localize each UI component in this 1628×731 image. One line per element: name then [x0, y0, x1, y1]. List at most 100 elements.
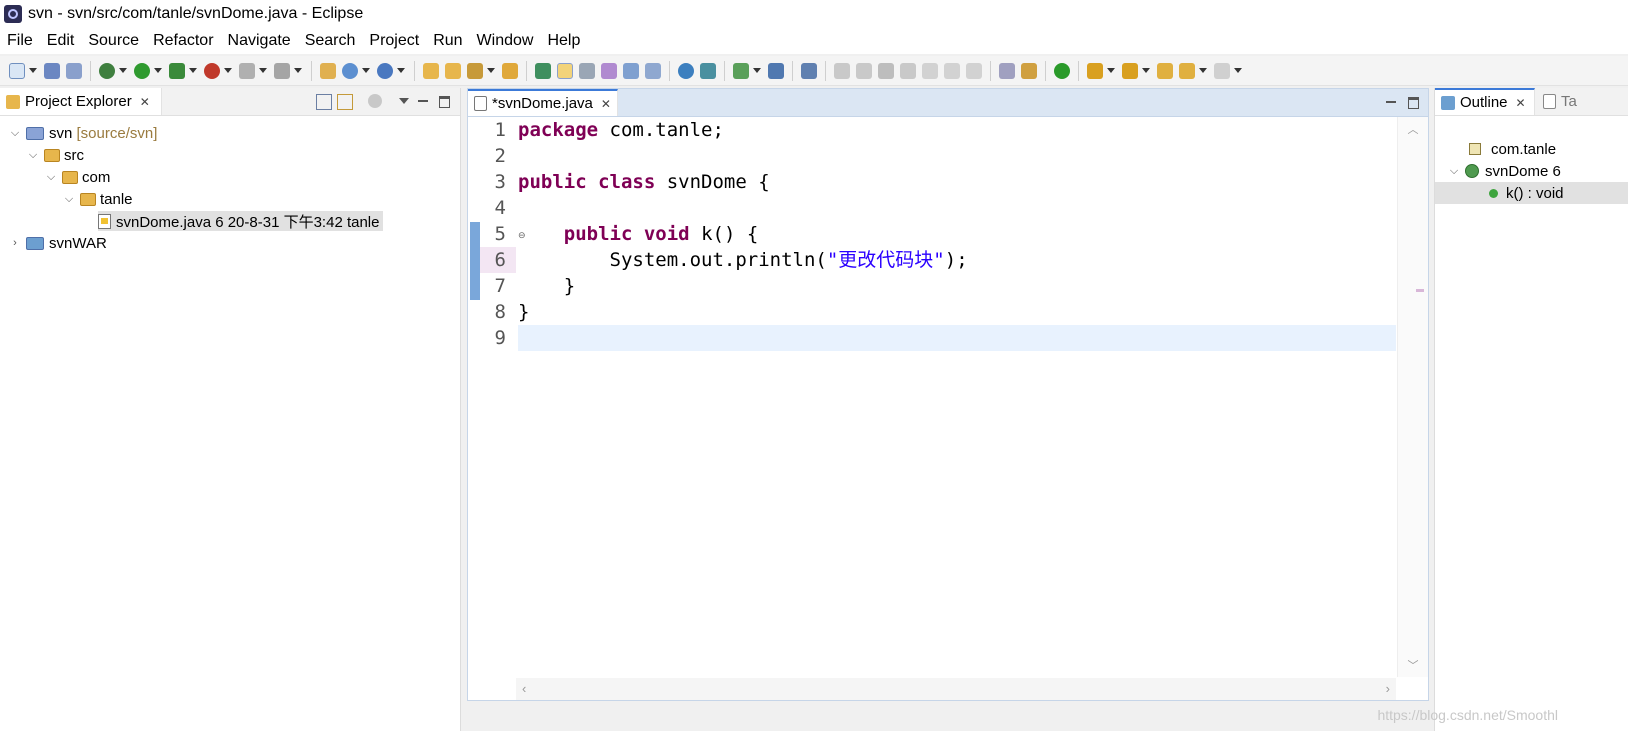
server-icon[interactable]: [274, 62, 290, 79]
chevron-down-icon[interactable]: [1142, 68, 1150, 73]
power-icon[interactable]: [1054, 62, 1070, 79]
open-resource-icon[interactable]: [445, 62, 461, 79]
menu-run[interactable]: Run: [426, 28, 469, 54]
close-icon[interactable]: ✕: [140, 95, 150, 109]
coverage-icon[interactable]: [169, 62, 185, 79]
chevron-down-icon[interactable]: [119, 68, 127, 73]
run-icon[interactable]: [134, 62, 150, 79]
step-return-icon[interactable]: [966, 62, 982, 79]
open-folder-icon[interactable]: [423, 62, 439, 79]
skip-breakpoints-icon[interactable]: [801, 62, 817, 79]
save-icon[interactable]: [44, 62, 60, 79]
previous-edit-icon[interactable]: [1122, 62, 1138, 79]
chevron-down-icon[interactable]: [224, 68, 232, 73]
horizontal-scrollbar[interactable]: ‹ ›: [516, 678, 1396, 700]
vertical-scrollbar[interactable]: ︿ ﹀: [1397, 117, 1428, 677]
resume-icon[interactable]: [834, 62, 850, 79]
tab-svndome-java[interactable]: *svnDome.java ✕: [468, 89, 618, 116]
chevron-down-icon[interactable]: [753, 68, 761, 73]
menu-search[interactable]: Search: [298, 28, 363, 54]
external-tools-icon[interactable]: [204, 62, 220, 79]
minimize-icon[interactable]: [1384, 95, 1398, 109]
web-browser-icon[interactable]: [678, 62, 694, 79]
menu-edit[interactable]: Edit: [40, 28, 82, 54]
terminate-icon[interactable]: [878, 62, 894, 79]
collapse-all-icon[interactable]: [316, 94, 332, 110]
chevron-down-icon[interactable]: [397, 68, 405, 73]
view-menu-icon[interactable]: [397, 94, 411, 108]
chevron-down-icon[interactable]: ⌵: [26, 148, 40, 162]
outline-item-class[interactable]: ⌵ svnDome 6: [1435, 160, 1628, 182]
chevron-down-icon[interactable]: ⌵: [44, 170, 58, 184]
minimize-icon[interactable]: [416, 94, 430, 108]
chevron-right-icon[interactable]: ›: [8, 236, 22, 250]
pin-icon[interactable]: [733, 62, 749, 79]
save-all-icon[interactable]: [66, 62, 82, 79]
menu-project[interactable]: Project: [362, 28, 426, 54]
step-into-icon[interactable]: [922, 62, 938, 79]
maximize-icon[interactable]: [1406, 95, 1420, 109]
forward-icon[interactable]: [1214, 62, 1230, 79]
overview-ruler-annotation[interactable]: [1416, 289, 1424, 292]
open-type-icon[interactable]: [320, 62, 336, 79]
stop-icon[interactable]: [239, 62, 255, 79]
back-icon[interactable]: [1179, 62, 1195, 79]
use-step-filters-icon[interactable]: [999, 62, 1015, 79]
chevron-down-icon[interactable]: [1234, 68, 1242, 73]
scroll-down-icon[interactable]: ﹀: [1398, 657, 1428, 673]
chevron-down-icon[interactable]: [1199, 68, 1207, 73]
chevron-down-icon[interactable]: ⌵: [1447, 164, 1461, 178]
tree-item-src[interactable]: ⌵ src: [0, 144, 460, 166]
close-icon[interactable]: ✕: [1516, 96, 1526, 110]
scroll-left-icon[interactable]: ‹: [522, 681, 526, 696]
tree-item-tanle[interactable]: ⌵ tanle: [0, 188, 460, 210]
new-icon[interactable]: [9, 62, 25, 79]
last-edit-location-icon[interactable]: [1157, 62, 1173, 79]
menu-help[interactable]: Help: [540, 28, 587, 54]
tab-task-list[interactable]: Ta: [1537, 88, 1628, 115]
scroll-up-icon[interactable]: ︿: [1398, 121, 1428, 137]
tab-project-explorer[interactable]: Project Explorer ✕: [0, 88, 162, 115]
tree-item-svnwar[interactable]: › svnWAR: [0, 232, 460, 254]
next-edit-icon[interactable]: [1087, 62, 1103, 79]
highlight-icon[interactable]: [557, 62, 573, 79]
close-icon[interactable]: ✕: [601, 97, 611, 111]
chevron-down-icon[interactable]: ⌵: [62, 192, 76, 206]
open-task-icon[interactable]: [502, 62, 518, 79]
filter-icon[interactable]: [368, 94, 382, 108]
chevron-down-icon[interactable]: [154, 68, 162, 73]
chevron-down-icon[interactable]: [259, 68, 267, 73]
link-with-editor-icon[interactable]: [337, 94, 353, 110]
outline-item-method[interactable]: k() : void: [1435, 182, 1628, 204]
debug-icon[interactable]: [99, 62, 115, 79]
tab-outline[interactable]: Outline ✕: [1435, 88, 1535, 115]
code-text[interactable]: package com.tanle; public class svnDome …: [518, 117, 1396, 700]
scroll-right-icon[interactable]: ›: [1386, 681, 1390, 696]
console-icon[interactable]: [768, 62, 784, 79]
chevron-down-icon[interactable]: [294, 68, 302, 73]
svn-icon[interactable]: [700, 62, 716, 79]
chevron-down-icon[interactable]: [362, 68, 370, 73]
menu-navigate[interactable]: Navigate: [221, 28, 298, 54]
show-whitespace-icon[interactable]: [645, 62, 661, 79]
menu-source[interactable]: Source: [81, 28, 146, 54]
drop-to-frame-icon[interactable]: [1021, 62, 1037, 79]
tree-item-svn[interactable]: ⌵ svn [source/svn]: [0, 122, 460, 144]
menu-refactor[interactable]: Refactor: [146, 28, 220, 54]
block-selection-icon[interactable]: [579, 62, 595, 79]
chevron-down-icon[interactable]: [1107, 68, 1115, 73]
tree-item-svndome-java[interactable]: svnDome.java 6 20-8-31 下午3:42 tanle: [0, 210, 460, 232]
maximize-icon[interactable]: [437, 94, 451, 108]
new-class-icon[interactable]: [377, 62, 393, 79]
disconnect-icon[interactable]: [900, 62, 916, 79]
suspend-icon[interactable]: [856, 62, 872, 79]
toggle-mark-icon[interactable]: [535, 62, 551, 79]
chevron-down-icon[interactable]: ⌵: [8, 126, 22, 140]
chevron-down-icon[interactable]: [29, 68, 37, 73]
chevron-down-icon[interactable]: [189, 68, 197, 73]
chevron-down-icon[interactable]: [487, 68, 495, 73]
menu-file[interactable]: File: [0, 28, 40, 54]
code-editor[interactable]: 1 2 3 4 5 6 7 8 9 ⊖ package com.tanle; p…: [468, 117, 1428, 700]
outline-item-package[interactable]: com.tanle: [1435, 138, 1628, 160]
menu-window[interactable]: Window: [470, 28, 541, 54]
